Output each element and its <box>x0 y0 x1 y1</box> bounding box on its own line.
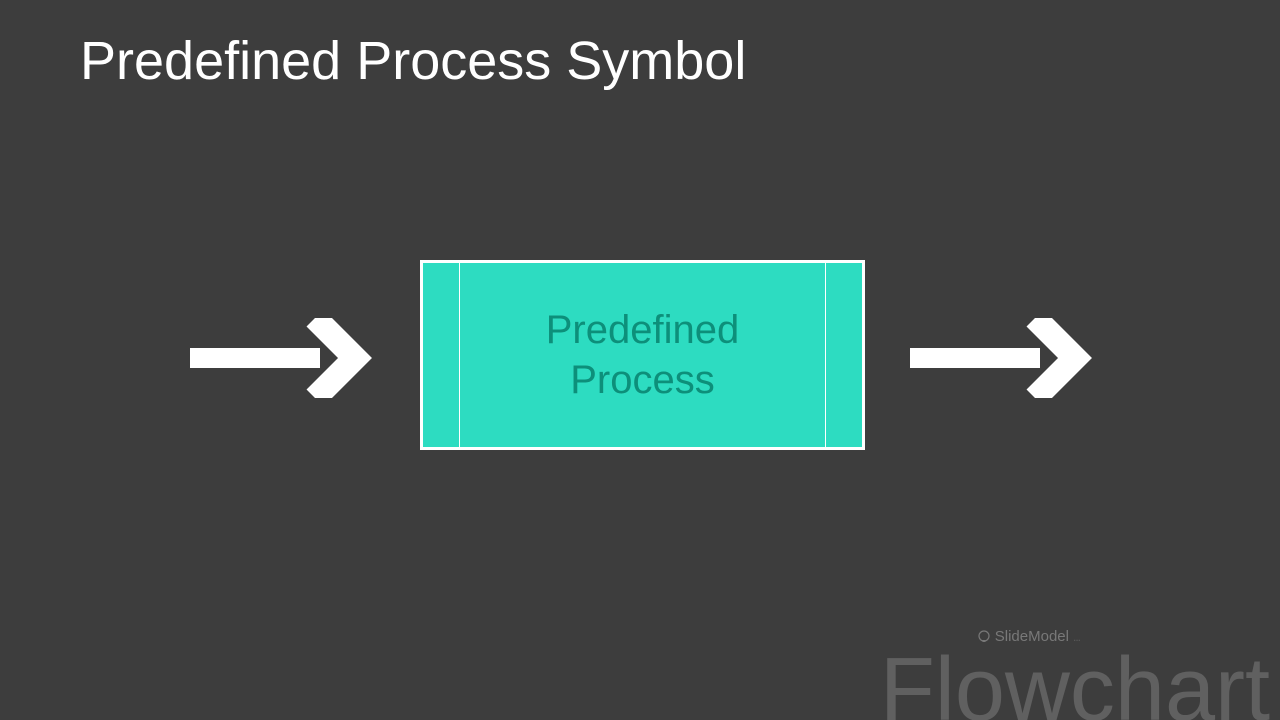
predefined-process-label: Predefined Process <box>546 305 739 405</box>
slide-title: Predefined Process Symbol <box>80 30 746 92</box>
diagram: Predefined Process <box>0 260 1280 450</box>
predefined-process-symbol: Predefined Process <box>420 260 865 450</box>
arrow-out-icon <box>910 318 1100 398</box>
arrow-in-icon <box>190 318 380 398</box>
watermark-text: Flowchart <box>880 639 1270 720</box>
